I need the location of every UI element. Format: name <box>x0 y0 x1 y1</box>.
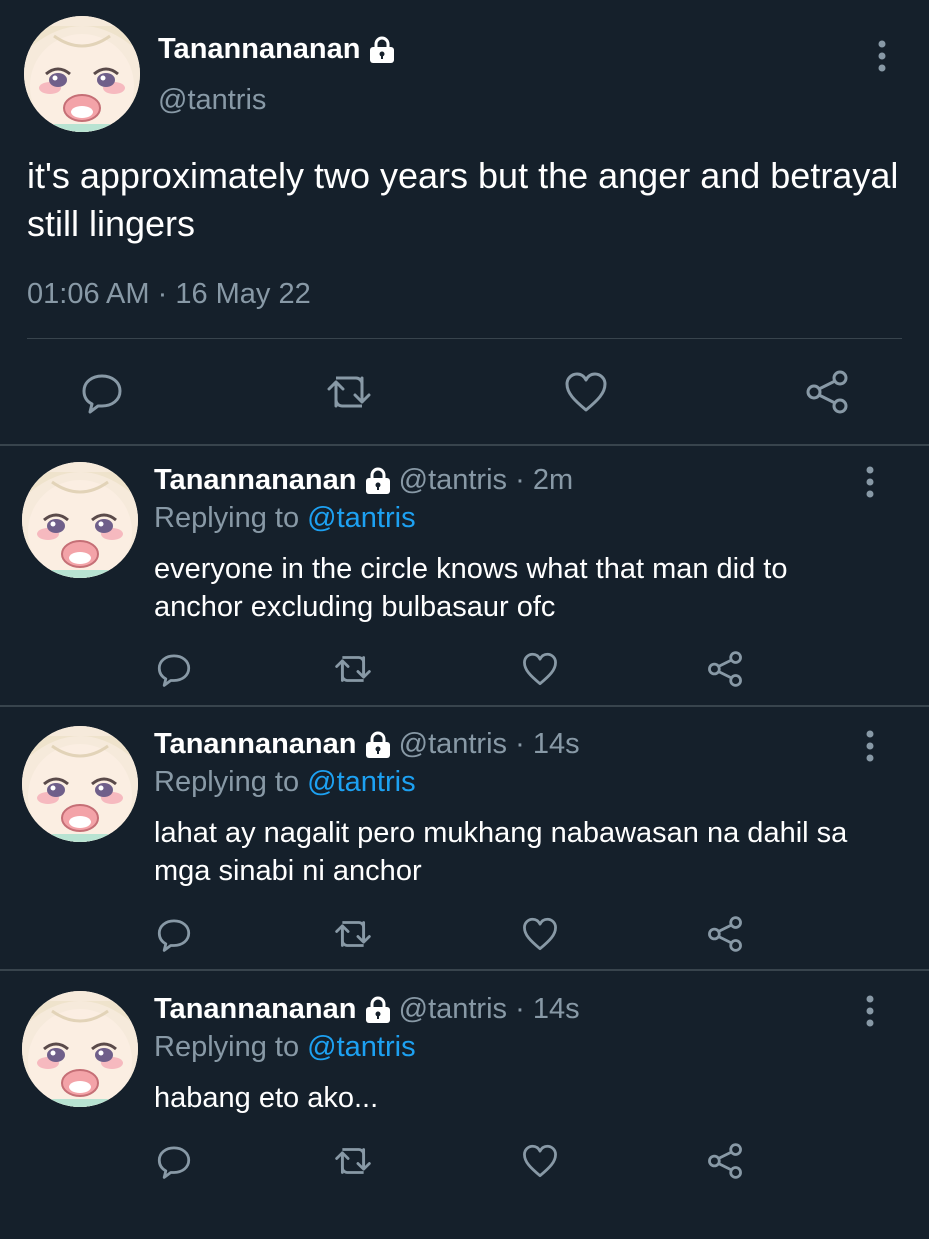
display-name[interactable]: Tanannananan <box>154 728 357 760</box>
share-icon[interactable] <box>706 1143 744 1184</box>
reply-tweet[interactable]: Tanannananan @tantris · 14s Replying to … <box>0 710 929 974</box>
lock-icon <box>369 36 394 64</box>
replying-to: Replying to @tantris <box>154 766 416 799</box>
tweet-text: it's approximately two years but the ang… <box>27 155 899 244</box>
share-icon[interactable] <box>706 916 744 957</box>
more-vertical-icon[interactable] <box>856 462 884 502</box>
handle[interactable]: @tantris <box>399 728 507 760</box>
mention-link[interactable]: @tantris <box>307 766 415 798</box>
display-name[interactable]: Tanannananan <box>158 33 395 66</box>
reply-icon[interactable] <box>156 1143 192 1184</box>
mention-link[interactable]: @tantris <box>307 1031 415 1063</box>
share-icon[interactable] <box>706 651 744 692</box>
display-name[interactable]: Tanannananan <box>154 464 357 496</box>
more-vertical-icon[interactable] <box>856 991 884 1031</box>
timestamp-separator: · <box>157 278 168 310</box>
reply-time[interactable]: 14s <box>533 993 580 1025</box>
tweet-timestamp: 01:06 AM · 16 May 22 <box>27 278 311 311</box>
avatar[interactable] <box>24 16 140 132</box>
replying-to: Replying to @tantris <box>154 502 416 535</box>
more-vertical-icon[interactable] <box>856 726 884 766</box>
divider <box>0 705 929 707</box>
reply-icon[interactable] <box>156 651 192 692</box>
reply-icon[interactable] <box>80 370 124 419</box>
handle[interactable]: @tantris <box>399 464 507 496</box>
more-vertical-icon[interactable] <box>868 36 896 76</box>
divider <box>27 338 902 339</box>
lock-icon <box>365 731 390 759</box>
heart-icon[interactable] <box>522 916 558 957</box>
share-icon[interactable] <box>804 370 850 419</box>
retweet-icon[interactable] <box>334 916 372 957</box>
heart-icon[interactable] <box>564 370 608 419</box>
reply-text: lahat ay nagalit pero mukhang nabawasan … <box>154 817 848 887</box>
reply-tweet[interactable]: Tanannananan @tantris · 2m Replying to @… <box>0 446 929 710</box>
separator: · <box>515 728 525 760</box>
reply-tweet[interactable]: Tanannananan @tantris · 14s Replying to … <box>0 975 929 1239</box>
avatar[interactable] <box>22 462 138 578</box>
reply-icon[interactable] <box>156 916 192 957</box>
heart-icon[interactable] <box>522 651 558 692</box>
separator: · <box>515 464 525 496</box>
replying-to-label: Replying to <box>154 502 300 534</box>
mention-link[interactable]: @tantris <box>307 502 415 534</box>
reply-header: Tanannananan @tantris · 14s <box>154 993 580 1026</box>
replying-to: Replying to @tantris <box>154 1031 416 1064</box>
avatar[interactable] <box>22 726 138 842</box>
handle[interactable]: @tantris <box>158 84 266 117</box>
reply-header: Tanannananan @tantris · 14s <box>154 728 580 761</box>
main-tweet: Tanannananan @tantris it's approximately… <box>0 0 929 446</box>
display-name[interactable]: Tanannananan <box>154 993 357 1025</box>
replying-to-label: Replying to <box>154 766 300 798</box>
reply-time[interactable]: 2m <box>533 464 573 496</box>
tweet-time: 01:06 AM <box>27 278 150 310</box>
separator: · <box>515 993 525 1025</box>
reply-text: everyone in the circle knows what that m… <box>154 553 788 623</box>
handle[interactable]: @tantris <box>399 993 507 1025</box>
avatar[interactable] <box>22 991 138 1107</box>
lock-icon <box>365 996 390 1024</box>
reply-time[interactable]: 14s <box>533 728 580 760</box>
heart-icon[interactable] <box>522 1143 558 1184</box>
retweet-icon[interactable] <box>326 370 372 419</box>
reply-header: Tanannananan @tantris · 2m <box>154 464 573 497</box>
lock-icon <box>365 467 390 495</box>
retweet-icon[interactable] <box>334 651 372 692</box>
retweet-icon[interactable] <box>334 1143 372 1184</box>
divider <box>0 969 929 971</box>
tweet-date: 16 May 22 <box>175 278 311 310</box>
replying-to-label: Replying to <box>154 1031 300 1063</box>
reply-text: habang eto ako... <box>154 1082 379 1114</box>
